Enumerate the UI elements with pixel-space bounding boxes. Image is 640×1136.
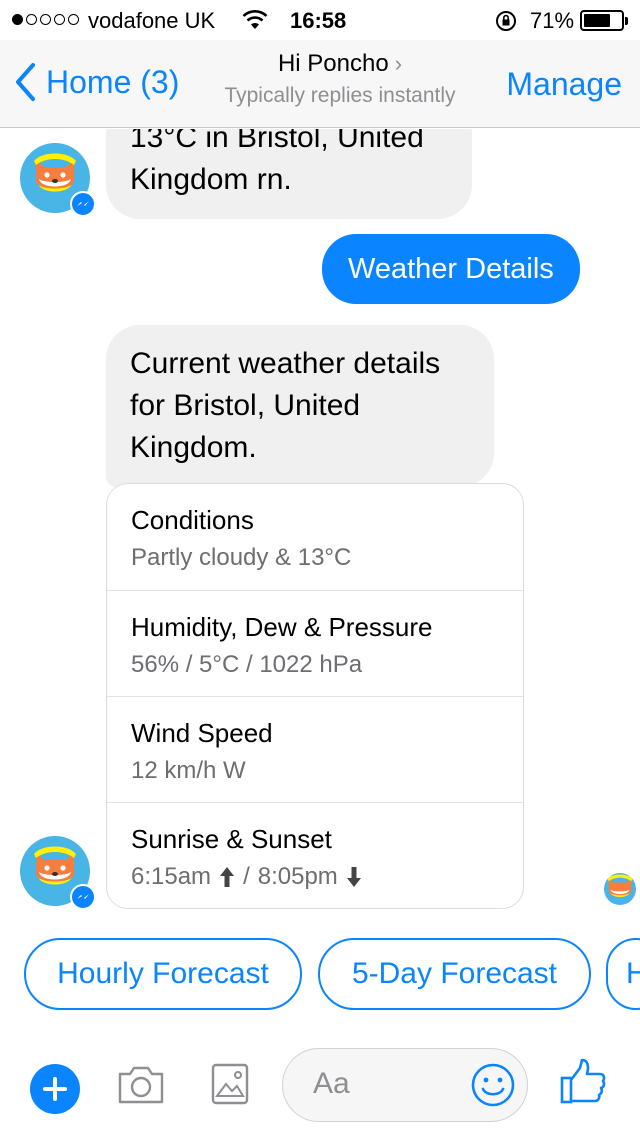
carrier-name: vodafone UK [88, 8, 216, 33]
bot-avatar[interactable] [20, 143, 96, 217]
thumbs-up-icon[interactable] [558, 1058, 608, 1111]
chat-thread[interactable]: 13°C in Bristol, United Kingdom rn. Weat… [0, 129, 640, 920]
manage-button[interactable]: Manage [506, 66, 622, 103]
battery-icon [580, 10, 628, 31]
bot-message: Current weather details for Bristol, Uni… [106, 325, 494, 487]
detail-row-sun[interactable]: Sunrise & Sunset 6:15am / 8:05pm [107, 802, 523, 908]
detail-subtitle: 12 km/h W [131, 757, 246, 784]
detail-title: Sunrise & Sunset [131, 824, 332, 854]
message-composer: Aa [0, 1040, 640, 1136]
bot-avatar[interactable] [20, 836, 96, 910]
detail-title: Wind Speed [131, 718, 273, 748]
detail-title: Humidity, Dew & Pressure [131, 612, 433, 642]
detail-row-humidity[interactable]: Humidity, Dew & Pressure 56% / 5°C / 102… [107, 590, 523, 696]
signal-strength-icon [12, 14, 79, 25]
clock: 16:58 [290, 8, 347, 33]
quick-reply-hourly-forecast[interactable]: Hourly Forecast [24, 938, 302, 1010]
wifi-icon [242, 9, 268, 37]
detail-row-wind[interactable]: Wind Speed 12 km/h W [107, 696, 523, 802]
battery-percent: 71% [530, 8, 575, 33]
arrow-up-icon [220, 867, 235, 887]
weather-details-card: Conditions Partly cloudy & 13°C Humidity… [106, 483, 524, 909]
chevron-right-icon: › [394, 51, 403, 76]
poncho-cat-icon [607, 874, 633, 897]
conversation-title[interactable]: Hi Poncho › Typically replies instantly [200, 50, 480, 108]
seen-indicator-avatar [604, 873, 636, 905]
messenger-badge-icon [70, 884, 96, 910]
rotation-lock-icon [494, 9, 518, 39]
back-label: Home (3) [46, 63, 180, 100]
contact-status: Typically replies instantly [224, 84, 456, 107]
sunset-time: 8:05pm [257, 863, 338, 890]
arrow-down-icon [346, 867, 361, 887]
detail-subtitle: 56% / 5°C / 1022 hPa [131, 651, 363, 678]
camera-icon[interactable] [116, 1062, 166, 1111]
contact-name: Hi Poncho [277, 50, 389, 77]
chevron-left-icon [16, 63, 35, 101]
detail-subtitle: 6:15am / 8:05pm [131, 859, 499, 895]
message-placeholder: Aa [313, 1067, 350, 1100]
back-button[interactable]: Home (3) [14, 62, 179, 102]
quick-reply-more[interactable]: H [606, 938, 640, 1010]
photo-gallery-icon[interactable] [210, 1062, 250, 1111]
detail-title: Conditions [131, 505, 254, 535]
quick-reply-5-day-forecast[interactable]: 5-Day Forecast [318, 938, 591, 1010]
time-separator: / [243, 863, 250, 890]
user-message: Weather Details [322, 234, 580, 304]
plus-icon[interactable] [30, 1064, 80, 1114]
detail-row-conditions[interactable]: Conditions Partly cloudy & 13°C [107, 484, 523, 590]
emoji-icon[interactable] [470, 1062, 516, 1113]
bot-message: 13°C in Bristol, United Kingdom rn. [106, 129, 472, 219]
messenger-badge-icon [70, 191, 96, 217]
detail-subtitle: Partly cloudy & 13°C [131, 544, 352, 571]
quick-replies: Hourly Forecast 5-Day Forecast H [0, 938, 640, 1012]
sunrise-time: 6:15am [131, 863, 212, 890]
status-bar: vodafone UK 16:58 71% [0, 0, 640, 40]
navigation-bar: Home (3) Hi Poncho › Typically replies in… [0, 40, 640, 128]
